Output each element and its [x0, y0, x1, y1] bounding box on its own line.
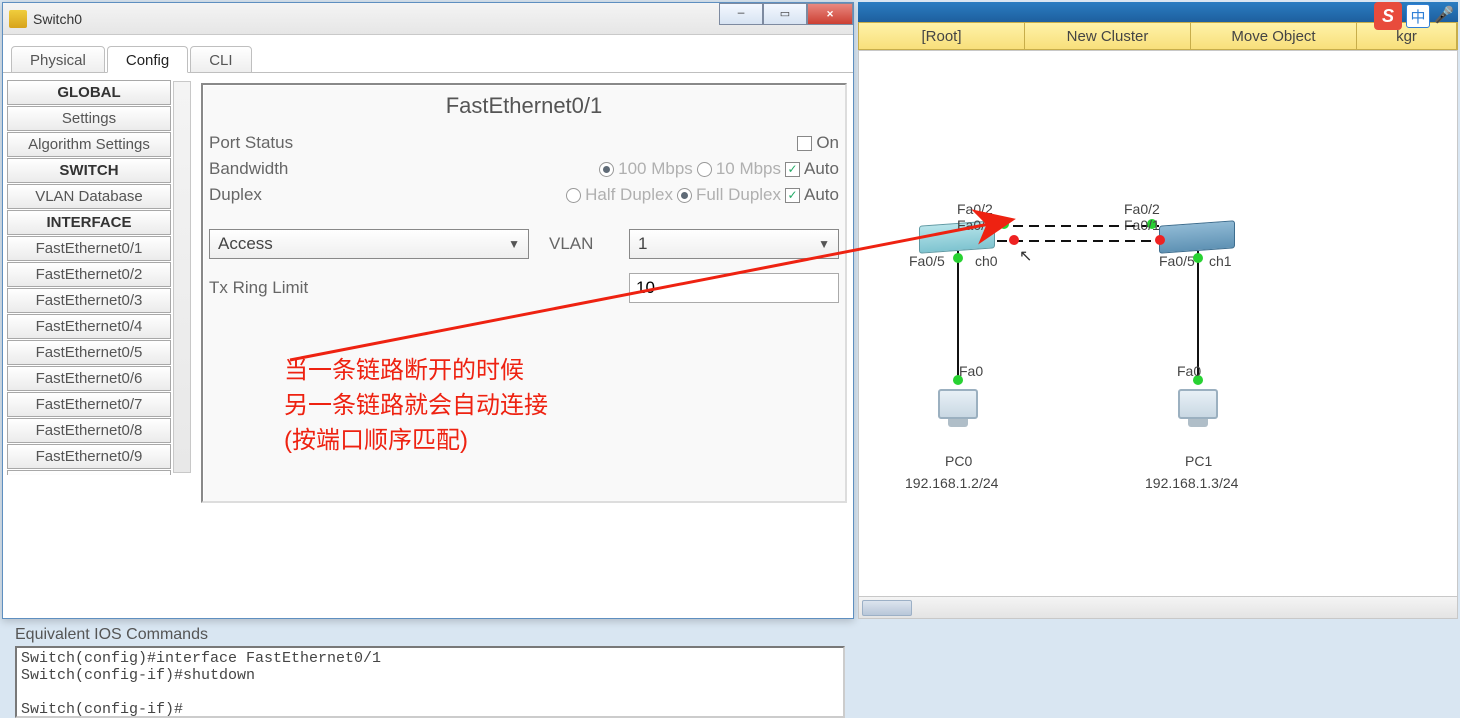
- full-label: Full Duplex: [696, 185, 781, 205]
- port-status-label: Port Status: [209, 133, 339, 153]
- ios-commands-label: Equivalent IOS Commands: [15, 626, 841, 644]
- close-button[interactable]: ✕: [807, 3, 853, 25]
- pc1-ip: 192.168.1.3/24: [1145, 475, 1238, 491]
- device-label: ch1: [1209, 253, 1232, 269]
- topology-workspace[interactable]: ↖ Fa0/2 Fa0/1 Fa0/2 Fa0/1 Fa0/5 ch0 Fa0/…: [858, 50, 1458, 619]
- sidebar-item-interface[interactable]: FastEthernet0/10: [7, 470, 171, 475]
- sidebar-item-interface[interactable]: FastEthernet0/5: [7, 340, 171, 365]
- device-config-window: Switch0 — ▭ ✕ Physical Config CLI GLOBAL…: [2, 2, 854, 619]
- sidebar-item-interface[interactable]: FastEthernet0/8: [7, 418, 171, 443]
- sidebar-header-global: GLOBAL: [7, 80, 171, 105]
- switch-icon: [9, 10, 27, 28]
- port-label: Fa0/2: [957, 201, 993, 217]
- port-mode-value: Access: [218, 234, 273, 254]
- link-status-dot: [1155, 235, 1165, 245]
- sidebar-header-switch: SWITCH: [7, 158, 171, 183]
- tab-cli[interactable]: CLI: [190, 46, 251, 73]
- topology-ribbon: [858, 2, 1458, 22]
- sidebar-item-algorithm[interactable]: Algorithm Settings: [7, 132, 171, 157]
- port-status-checkbox[interactable]: [797, 136, 812, 151]
- duplex-auto-checkbox[interactable]: [785, 188, 800, 203]
- move-object-button[interactable]: Move Object: [1191, 23, 1357, 49]
- link-line: [1197, 251, 1199, 381]
- vlan-label: VLAN: [549, 234, 609, 254]
- port-label: Fa0/5: [1159, 253, 1195, 269]
- sogou-icon: S: [1374, 2, 1402, 30]
- bw100-label: 100 Mbps: [618, 159, 693, 179]
- half-duplex-radio[interactable]: [566, 188, 581, 203]
- sidebar-item-interface[interactable]: FastEthernet0/7: [7, 392, 171, 417]
- config-sidebar: GLOBAL Settings Algorithm Settings SWITC…: [3, 73, 187, 481]
- device-label: ch0: [975, 253, 998, 269]
- port-label: Fa0/1: [1124, 217, 1160, 233]
- bw-auto-label: Auto: [804, 159, 839, 179]
- topology-toolbar: [Root] New Cluster Move Object kgr: [858, 22, 1458, 50]
- mic-icon[interactable]: 🎤: [1434, 5, 1456, 27]
- pc0-device[interactable]: [933, 389, 983, 427]
- txring-input[interactable]: [629, 273, 839, 303]
- sidebar-item-interface[interactable]: FastEthernet0/2: [7, 262, 171, 287]
- tab-config[interactable]: Config: [107, 46, 188, 73]
- tab-physical[interactable]: Physical: [11, 46, 105, 73]
- new-cluster-button[interactable]: New Cluster: [1025, 23, 1191, 49]
- txring-label: Tx Ring Limit: [209, 278, 529, 298]
- vlan-select[interactable]: 1 ▼: [629, 229, 839, 259]
- port-label: Fa0: [959, 363, 983, 379]
- window-title: Switch0: [33, 11, 82, 27]
- sidebar-item-interface[interactable]: FastEthernet0/4: [7, 314, 171, 339]
- vlan-value: 1: [638, 234, 647, 254]
- horizontal-scrollbar[interactable]: [859, 596, 1457, 618]
- sidebar-item-interface[interactable]: FastEthernet0/1: [7, 236, 171, 261]
- duplex-label: Duplex: [209, 185, 339, 205]
- port-label: Fa0: [1177, 363, 1201, 379]
- annotation-text: 当一条链路断开的时候 另一条链路就会自动连接 (按端口顺序匹配): [284, 354, 548, 458]
- dup-auto-label: Auto: [804, 185, 839, 205]
- link-status-dot: [1009, 235, 1019, 245]
- sidebar-item-interface[interactable]: FastEthernet0/9: [7, 444, 171, 469]
- link-status-dot: [953, 253, 963, 263]
- pc0-label: PC0: [945, 453, 972, 469]
- port-label: Fa0/2: [1124, 201, 1160, 217]
- bandwidth-100-radio[interactable]: [599, 162, 614, 177]
- half-label: Half Duplex: [585, 185, 673, 205]
- chevron-down-icon: ▼: [508, 237, 520, 251]
- bandwidth-10-radio[interactable]: [697, 162, 712, 177]
- ime-lang[interactable]: 中: [1406, 4, 1430, 28]
- panel-title: FastEthernet0/1: [209, 89, 839, 131]
- root-button[interactable]: [Root]: [859, 23, 1025, 49]
- bandwidth-label: Bandwidth: [209, 159, 339, 179]
- cursor-icon: ↖: [1019, 246, 1032, 266]
- sidebar-item-settings[interactable]: Settings: [7, 106, 171, 131]
- pc1-device[interactable]: [1173, 389, 1223, 427]
- pc1-label: PC1: [1185, 453, 1212, 469]
- link-lines: [859, 51, 1458, 619]
- ime-indicator[interactable]: S 中 🎤: [1374, 2, 1456, 30]
- bandwidth-auto-checkbox[interactable]: [785, 162, 800, 177]
- port-mode-select[interactable]: Access ▼: [209, 229, 529, 259]
- chevron-down-icon: ▼: [818, 237, 830, 251]
- sidebar-item-vlandb[interactable]: VLAN Database: [7, 184, 171, 209]
- pc0-ip: 192.168.1.2/24: [905, 475, 998, 491]
- link-line: [957, 251, 959, 381]
- sidebar-header-interface: INTERFACE: [7, 210, 171, 235]
- link-status-dot: [999, 219, 1009, 229]
- minimize-button[interactable]: —: [719, 3, 763, 25]
- on-label: On: [816, 133, 839, 153]
- sidebar-scrollbar[interactable]: [173, 81, 191, 473]
- ios-console[interactable]: Switch(config)#interface FastEthernet0/1…: [15, 646, 845, 718]
- full-duplex-radio[interactable]: [677, 188, 692, 203]
- titlebar[interactable]: Switch0 — ▭ ✕: [3, 3, 853, 35]
- maximize-button[interactable]: ▭: [763, 3, 807, 25]
- tab-bar: Physical Config CLI: [3, 35, 853, 73]
- sidebar-item-interface[interactable]: FastEthernet0/3: [7, 288, 171, 313]
- sidebar-item-interface[interactable]: FastEthernet0/6: [7, 366, 171, 391]
- port-label: Fa0/5: [909, 253, 945, 269]
- port-label: Fa0/1: [957, 217, 993, 233]
- link-status-dot: [1193, 253, 1203, 263]
- bw10-label: 10 Mbps: [716, 159, 781, 179]
